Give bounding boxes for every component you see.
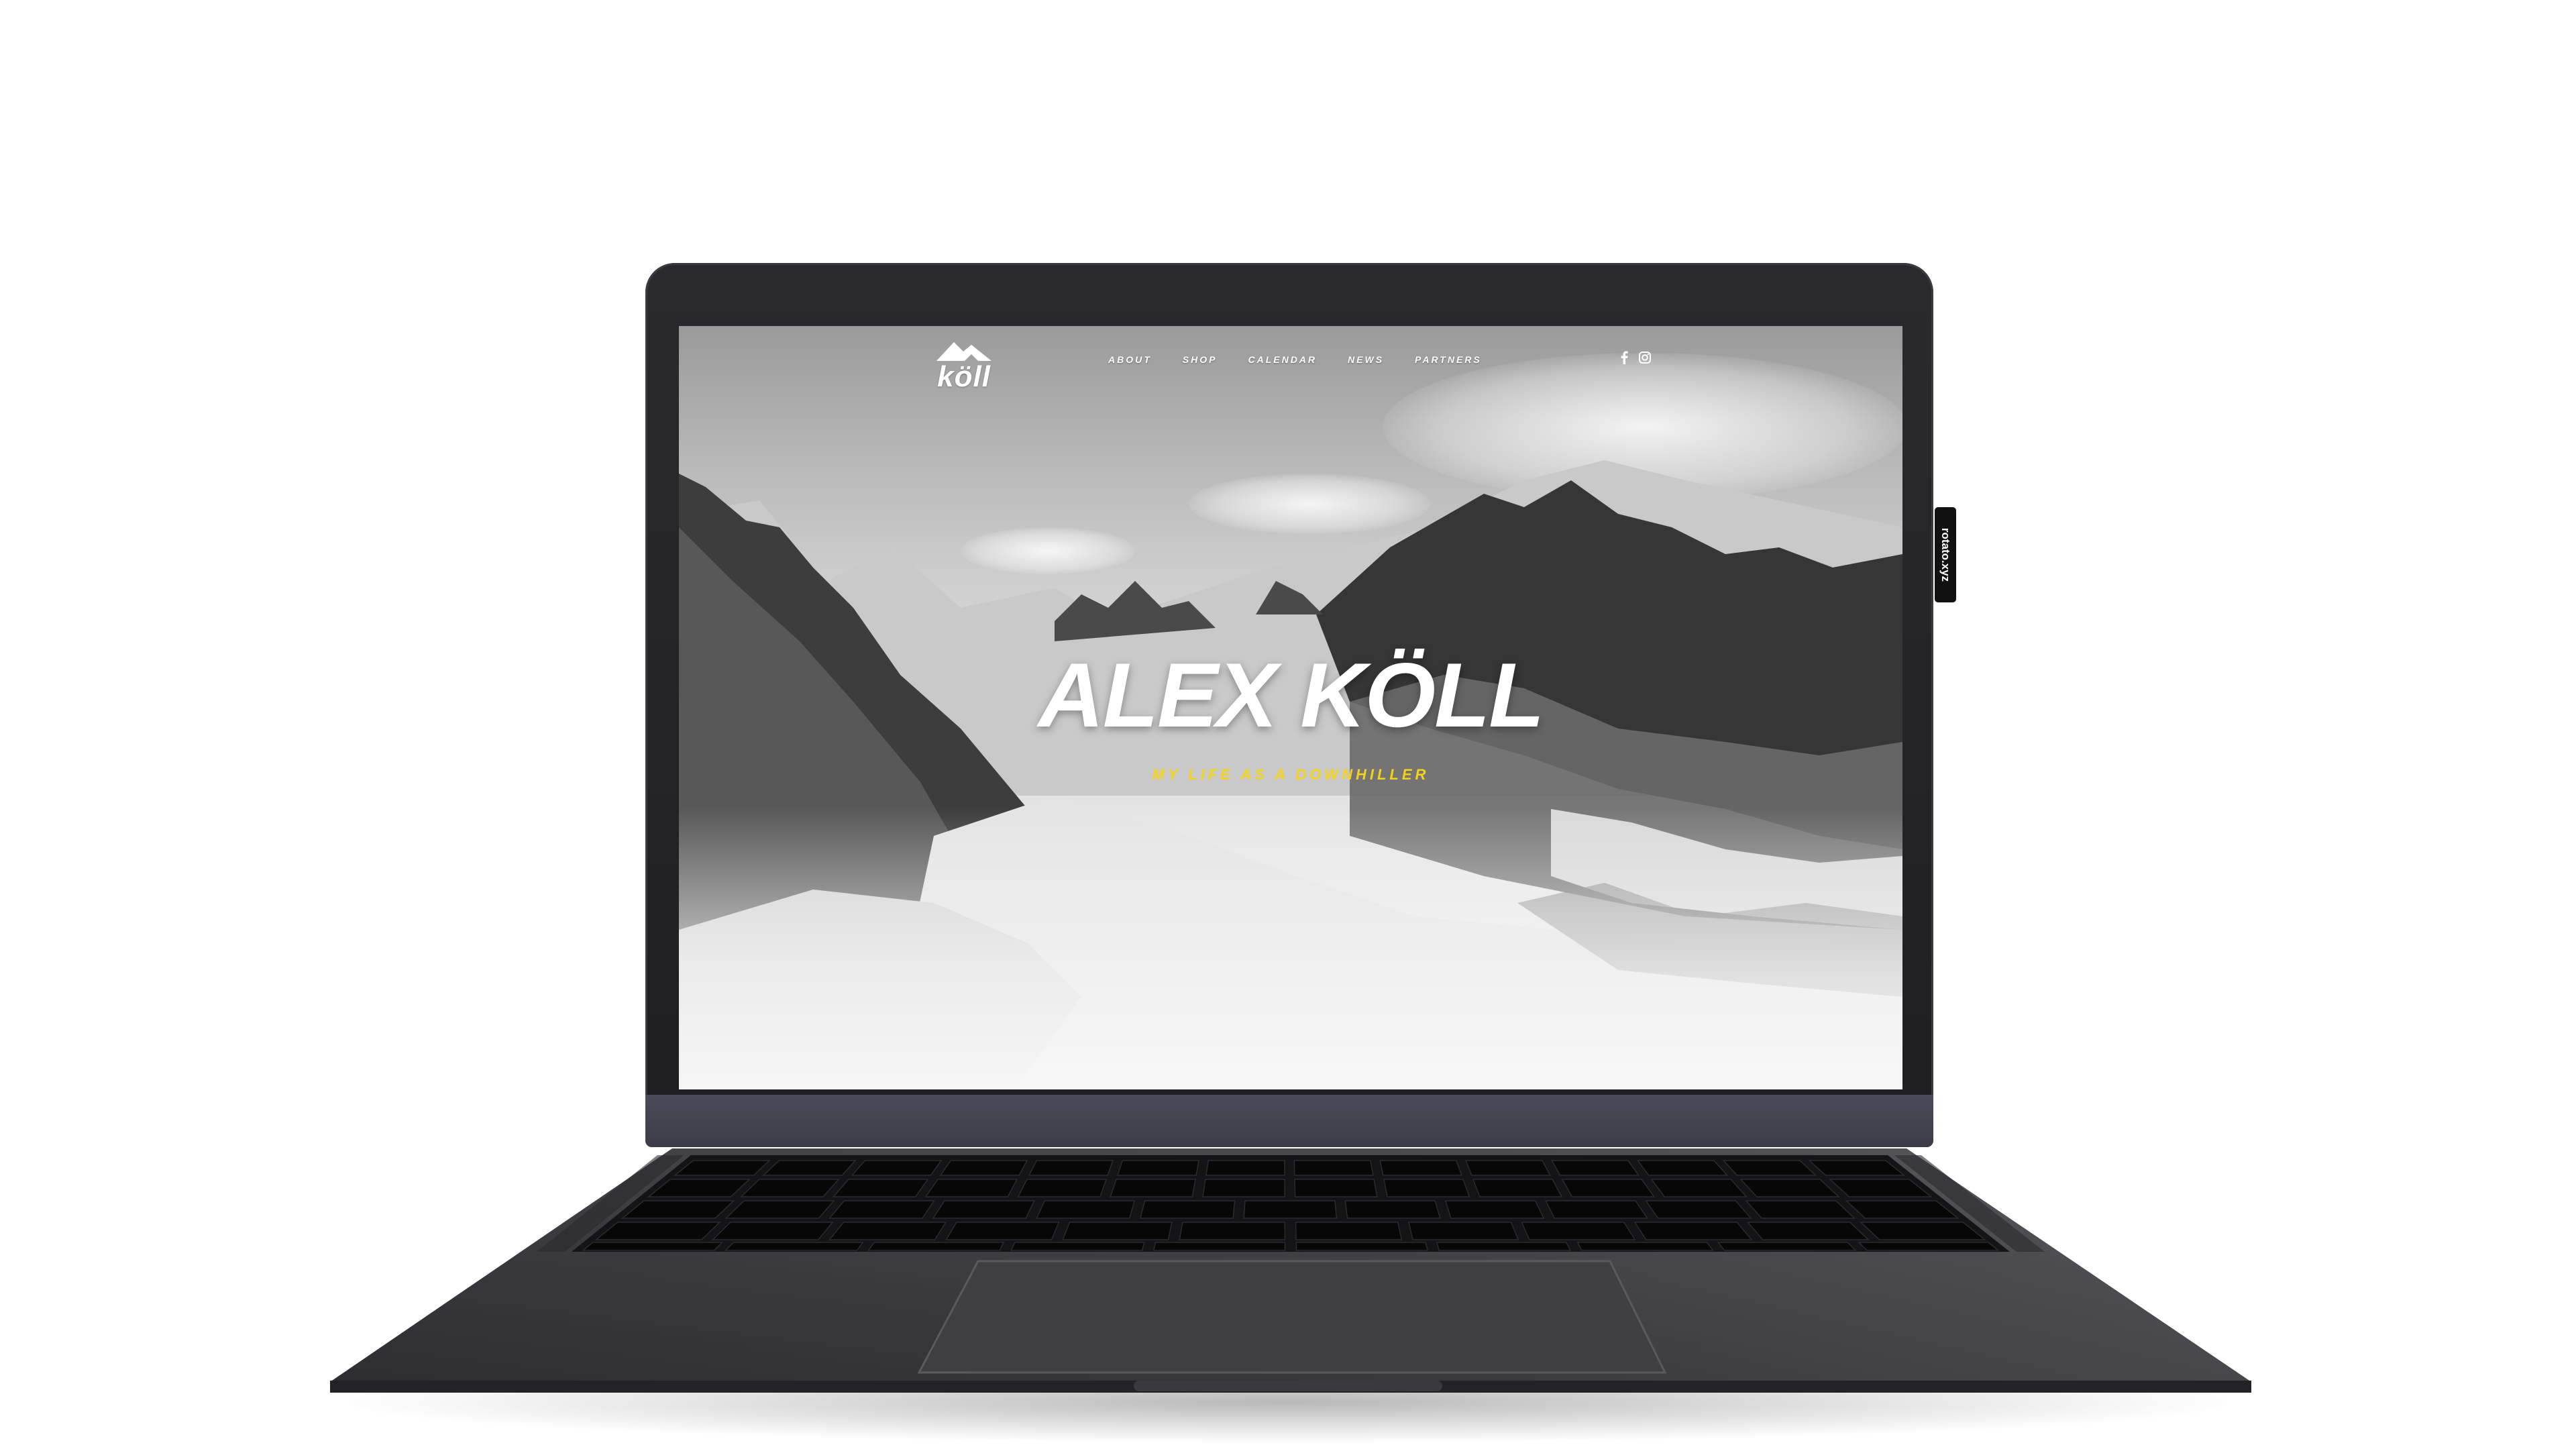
keyboard-key [932, 1200, 1035, 1219]
keyboard-key [1576, 1242, 1715, 1251]
keyboard [572, 1155, 2010, 1252]
keyboard-key [1017, 1179, 1108, 1197]
keyboard-key [762, 1160, 857, 1176]
nav-link-partners[interactable]: PARTNERS [1415, 354, 1482, 365]
nav-links: ABOUT SHOP CALENDAR NEWS PARTNERS [1108, 354, 1482, 365]
keyboard-key [867, 1242, 1005, 1251]
keyboard-key [1860, 1222, 1987, 1240]
keyboard-key [1636, 1160, 1729, 1176]
hero-title: ALEX KÖLL [1038, 644, 1545, 746]
keyboard-key [1645, 1200, 1752, 1219]
keyboard-key [1650, 1179, 1748, 1197]
keyboard-key [1745, 1200, 1856, 1219]
keyboard-key [1139, 1200, 1236, 1219]
keyboard-key [1633, 1222, 1753, 1240]
keyboard-key [724, 1242, 864, 1251]
site-nav: köll ABOUT SHOP CALENDAR NEWS PARTNERS [679, 326, 1902, 400]
keyboard-key [939, 1160, 1028, 1176]
keyboard-key [1202, 1179, 1285, 1197]
keyboard-key [1295, 1222, 1403, 1240]
keyboard-key [1293, 1160, 1374, 1176]
logo-text: köll [937, 360, 991, 393]
keyboard-key [1152, 1242, 1286, 1251]
keyboard-key [724, 1200, 835, 1219]
key-grid [581, 1160, 2000, 1251]
instagram-icon[interactable] [1638, 350, 1652, 365]
keyboard-key [1472, 1179, 1563, 1197]
keyboard-key [1550, 1160, 1640, 1176]
keyboard-key [1717, 1242, 1858, 1251]
keyboard-key [828, 1200, 935, 1219]
keyboard-key [1845, 1200, 1960, 1219]
keyboard-key [1746, 1222, 1870, 1240]
keyboard-key [1858, 1242, 2000, 1251]
nav-link-news[interactable]: NEWS [1348, 354, 1384, 365]
laptop-screen: köll ABOUT SHOP CALENDAR NEWS PARTNERS A… [679, 326, 1902, 1089]
keyboard-key [1010, 1242, 1145, 1251]
keyboard-key [924, 1179, 1018, 1197]
keyboard-key [1722, 1160, 1817, 1176]
keyboard-key [1829, 1179, 1933, 1197]
keyboard-key [1295, 1242, 1429, 1251]
keyboard-key [1344, 1200, 1441, 1219]
keyboard-key [1379, 1160, 1462, 1176]
keyboard-key [1408, 1222, 1519, 1240]
keyboard-key [1243, 1200, 1338, 1219]
laptop-hinge [645, 1095, 1933, 1147]
keyboard-key [1116, 1160, 1199, 1176]
keyboard-key [1294, 1179, 1378, 1197]
nav-link-shop[interactable]: SHOP [1183, 354, 1218, 365]
keyboard-key [711, 1222, 834, 1240]
keyboard-key [621, 1200, 735, 1219]
logo-mountain-icon [936, 342, 991, 361]
keyboard-key [1544, 1200, 1649, 1219]
nav-link-calendar[interactable]: CALENDAR [1248, 354, 1317, 365]
keyboard-key [945, 1222, 1060, 1240]
keyboard-key [1436, 1242, 1572, 1251]
keyboard-key [1179, 1222, 1286, 1240]
keyboard-key [674, 1160, 771, 1176]
keyboard-key [1444, 1200, 1545, 1219]
keyboard-key [1028, 1160, 1114, 1176]
keyboard-key [1465, 1160, 1552, 1176]
keyboard-key [1062, 1222, 1173, 1240]
keyboard-key [828, 1222, 947, 1240]
keyboard-key [739, 1179, 840, 1197]
site-logo[interactable]: köll [927, 339, 1001, 393]
keyboard-key [1521, 1222, 1636, 1240]
keyboard-key [851, 1160, 943, 1176]
keyboard-key [581, 1242, 724, 1251]
keyboard-key [832, 1179, 929, 1197]
keyboard-key [1383, 1179, 1470, 1197]
laptop-deck [330, 1148, 2251, 1382]
keyboard-key [1036, 1200, 1136, 1219]
trackpad [917, 1260, 1667, 1374]
keyboard-key [1561, 1179, 1656, 1197]
keyboard-key [1808, 1160, 1906, 1176]
facebook-icon[interactable] [1618, 350, 1631, 365]
keyboard-key [594, 1222, 721, 1240]
keyboard-key [1739, 1179, 1840, 1197]
keyboard-key [647, 1179, 751, 1197]
hero-subtitle: MY LIFE AS A DOWNHILLER [1152, 766, 1430, 783]
keyboard-key [1110, 1179, 1196, 1197]
keyboard-key [1205, 1160, 1285, 1176]
floor-shadow [349, 1362, 2227, 1442]
nav-link-about[interactable]: ABOUT [1108, 354, 1152, 365]
social-links [1618, 350, 1652, 365]
side-tag-label: rotato.xyz [1939, 527, 1952, 582]
